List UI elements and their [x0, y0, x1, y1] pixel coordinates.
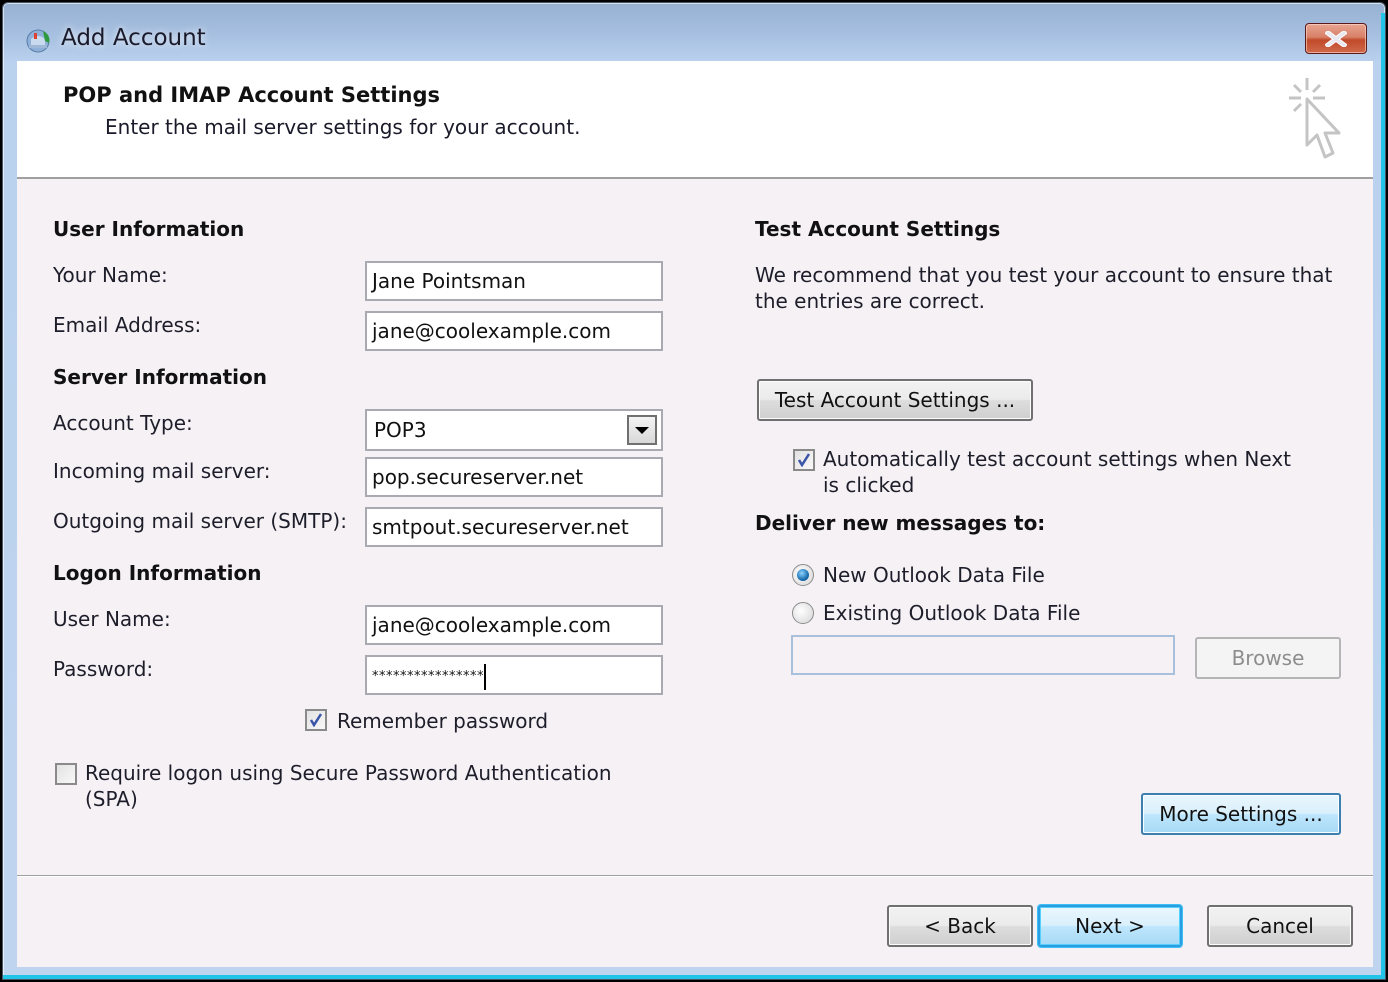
outgoing-server-field[interactable]: smtpout.secureserver.net [365, 507, 663, 547]
radio-selected-dot [797, 569, 809, 581]
account-type-label: Account Type: [53, 411, 193, 435]
test-account-settings-button[interactable]: Test Account Settings ... [757, 379, 1033, 421]
browse-button: Browse [1195, 637, 1341, 679]
account-type-select[interactable]: POP3 [365, 409, 663, 451]
password-label: Password: [53, 657, 154, 681]
window-border [1381, 13, 1385, 979]
require-spa-checkbox[interactable] [55, 763, 77, 785]
data-file-path-field [791, 635, 1175, 675]
auto-test-label-cont[interactable]: is clicked [823, 473, 914, 497]
require-spa-label-cont[interactable]: (SPA) [85, 787, 138, 811]
title-bar[interactable]: Add Account [3, 3, 1385, 61]
more-settings-button[interactable]: More Settings ... [1141, 793, 1341, 835]
password-masked-value: **************** [372, 669, 484, 684]
dialog-header: POP and IMAP Account Settings Enter the … [17, 61, 1373, 179]
your-name-label: Your Name: [53, 263, 168, 287]
chevron-down-icon [635, 426, 649, 434]
auto-test-checkbox[interactable] [793, 449, 815, 471]
your-name-field[interactable]: Jane Pointsman [365, 261, 663, 301]
checkmark-icon [797, 453, 811, 467]
account-type-dropdown-button[interactable] [627, 415, 657, 445]
email-address-label: Email Address: [53, 313, 202, 337]
cancel-button[interactable]: Cancel [1207, 905, 1353, 947]
outlook-account-icon [26, 29, 50, 53]
server-information-heading: Server Information [53, 365, 267, 389]
logon-information-heading: Logon Information [53, 561, 262, 585]
new-data-file-radio[interactable] [792, 564, 814, 586]
window-title: Add Account [61, 25, 206, 51]
remember-password-label[interactable]: Remember password [337, 709, 548, 733]
auto-test-label[interactable]: Automatically test account settings when… [823, 447, 1291, 471]
account-type-value: POP3 [374, 418, 427, 442]
outgoing-server-label: Outgoing mail server (SMTP): [53, 509, 347, 533]
footer-divider [17, 875, 1373, 877]
next-button[interactable]: Next > [1038, 905, 1182, 947]
back-button[interactable]: < Back [887, 905, 1033, 947]
new-data-file-label[interactable]: New Outlook Data File [823, 563, 1045, 587]
text-caret [484, 663, 486, 690]
close-icon [1325, 30, 1347, 47]
existing-data-file-radio[interactable] [792, 602, 814, 624]
existing-data-file-label[interactable]: Existing Outlook Data File [823, 601, 1080, 625]
email-address-field[interactable]: jane@coolexample.com [365, 311, 663, 351]
click-cursor-icon [1289, 78, 1341, 159]
incoming-server-label: Incoming mail server: [53, 459, 271, 483]
page-subtitle: Enter the mail server settings for your … [105, 115, 581, 139]
remember-password-checkbox[interactable] [305, 709, 327, 731]
user-name-label: User Name: [53, 607, 171, 631]
close-button[interactable] [1305, 23, 1367, 54]
dialog-client-area: POP and IMAP Account Settings Enter the … [17, 61, 1373, 967]
page-title: POP and IMAP Account Settings [63, 83, 441, 107]
deliver-heading: Deliver new messages to: [755, 511, 1046, 535]
checkmark-icon [309, 713, 323, 727]
user-information-heading: User Information [53, 217, 245, 241]
add-account-window: Add Account POP and IMAP Account Setting… [2, 2, 1386, 980]
user-name-field[interactable]: jane@coolexample.com [365, 605, 663, 645]
test-account-heading: Test Account Settings [755, 217, 1001, 241]
require-spa-label[interactable]: Require logon using Secure Password Auth… [85, 761, 612, 785]
incoming-server-field[interactable]: pop.secureserver.net [365, 457, 663, 497]
password-field[interactable]: **************** [365, 655, 663, 695]
test-account-description-cont: the entries are correct. [755, 289, 985, 313]
test-account-description: We recommend that you test your account … [755, 263, 1333, 287]
